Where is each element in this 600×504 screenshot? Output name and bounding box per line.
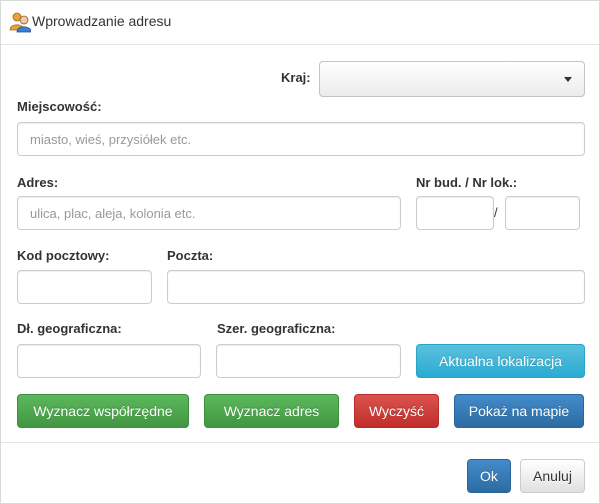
ok-button[interactable]: Ok: [467, 459, 511, 493]
post-office-label: Poczta:: [167, 248, 214, 263]
clear-button[interactable]: Wyczyść: [354, 394, 439, 428]
address-input[interactable]: [17, 196, 401, 230]
current-location-button[interactable]: Aktualna lokalizacja: [416, 344, 585, 378]
postal-code-input[interactable]: [17, 270, 152, 304]
address-dialog: Wprowadzanie adresu Kraj: Miejscowość: A…: [0, 0, 600, 504]
postal-code-label: Kod pocztowy:: [17, 248, 110, 263]
latitude-label: Szer. geograficzna:: [217, 321, 336, 336]
building-number-label: Nr bud. / Nr lok.:: [416, 175, 518, 190]
city-label: Miejscowość:: [17, 99, 102, 114]
city-input[interactable]: [17, 122, 585, 156]
find-address-button[interactable]: Wyznacz adres: [204, 394, 339, 428]
number-separator: /: [494, 205, 498, 220]
find-coordinates-button[interactable]: Wyznacz współrzędne: [17, 394, 189, 428]
country-select[interactable]: [319, 61, 585, 97]
longitude-label: Dł. geograficzna:: [17, 321, 122, 336]
address-label: Adres:: [17, 175, 59, 190]
apartment-number-input[interactable]: [505, 196, 580, 230]
country-label: Kraj:: [281, 70, 311, 85]
building-number-input[interactable]: [416, 196, 494, 230]
footer-divider: [1, 442, 599, 443]
caret-down-icon: [564, 77, 572, 82]
dialog-title: Wprowadzanie adresu: [32, 13, 172, 29]
cancel-button[interactable]: Anuluj: [520, 459, 585, 493]
longitude-input[interactable]: [17, 344, 201, 378]
latitude-input[interactable]: [216, 344, 401, 378]
users-icon: [9, 12, 31, 33]
show-on-map-button[interactable]: Pokaż na mapie: [454, 394, 584, 428]
post-office-input[interactable]: [167, 270, 585, 304]
dialog-header: Wprowadzanie adresu: [1, 1, 599, 45]
